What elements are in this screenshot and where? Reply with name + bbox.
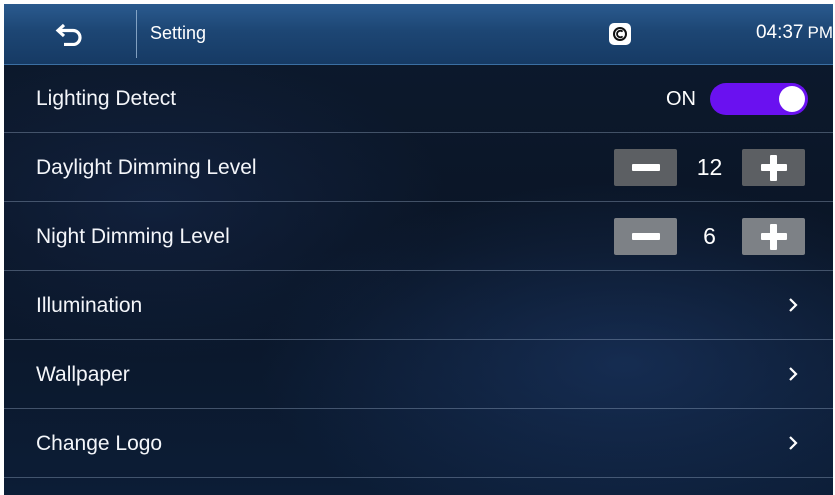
plus-icon <box>760 154 787 181</box>
status-bar: Setting 04:37 PM <box>4 4 833 65</box>
change-logo-label: Change Logo <box>36 432 163 455</box>
daylight-dimming-decrease-button[interactable] <box>614 149 677 186</box>
chevron-right-icon <box>789 436 798 450</box>
chevron-right-icon <box>789 367 798 381</box>
night-dimming-value: 6 <box>703 223 716 249</box>
night-dimming-label: Night Dimming Level <box>36 225 230 248</box>
daylight-dimming-increase-button[interactable] <box>742 149 805 186</box>
night-dimming-row: Night Dimming Level 6 <box>4 202 833 271</box>
lighting-detect-toggle[interactable] <box>710 83 808 115</box>
carplay-icon <box>609 23 631 45</box>
toggle-knob <box>779 86 805 112</box>
lighting-detect-label: Lighting Detect <box>36 87 177 110</box>
back-arrow-icon <box>55 23 82 46</box>
back-button[interactable] <box>4 4 136 64</box>
chevron-right-icon <box>789 298 798 312</box>
illumination-label: Illumination <box>36 294 143 317</box>
wallpaper-row[interactable]: Wallpaper <box>4 340 833 409</box>
clock-ampm: PM <box>807 23 834 42</box>
change-logo-row[interactable]: Change Logo <box>4 409 833 478</box>
minus-icon <box>631 164 660 171</box>
night-dimming-decrease-button[interactable] <box>614 218 677 255</box>
settings-screen: Setting 04:37 PM Lighting Detect ON Dayli… <box>4 4 833 495</box>
daylight-dimming-value: 12 <box>696 154 723 180</box>
plus-icon <box>760 223 787 250</box>
clock: 04:37 PM <box>756 22 833 44</box>
daylight-dimming-label: Daylight Dimming Level <box>36 156 257 179</box>
lighting-detect-row: Lighting Detect ON <box>4 64 833 133</box>
night-dimming-increase-button[interactable] <box>742 218 805 255</box>
clock-time: 04:37 <box>755 22 804 43</box>
status-divider <box>136 10 137 58</box>
page-title: Setting <box>150 23 207 43</box>
minus-icon <box>631 233 660 240</box>
lighting-detect-state: ON <box>666 88 696 110</box>
illumination-row[interactable]: Illumination <box>4 271 833 340</box>
daylight-dimming-row: Daylight Dimming Level 12 <box>4 133 833 202</box>
wallpaper-label: Wallpaper <box>36 363 130 386</box>
